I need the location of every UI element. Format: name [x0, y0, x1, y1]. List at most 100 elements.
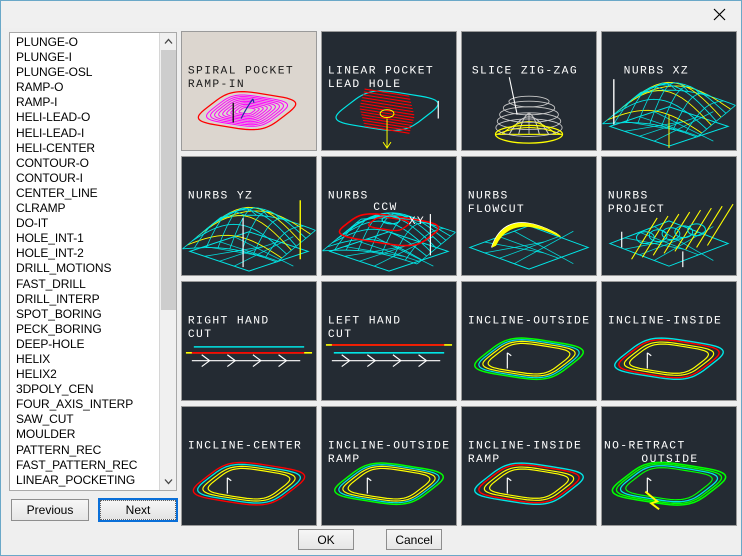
- thumbnail-linear-pocket-lead-hole[interactable]: LINEAR POCKET LEAD HOLE: [321, 31, 457, 151]
- list-item[interactable]: HELI-LEAD-I: [13, 126, 159, 141]
- thumbnail-art: NURBS FLOWCUT: [468, 190, 590, 270]
- list-item[interactable]: FOUR_AXIS_INTERP: [13, 397, 159, 412]
- thumbnail-nurbs-project[interactable]: NURBS PROJECT: [601, 156, 737, 276]
- thumbnail-nurbs-flowcut[interactable]: NURBS FLOWCUT: [461, 156, 597, 276]
- thumbnail-label: FLOWCUT: [468, 204, 525, 216]
- close-button[interactable]: [697, 1, 741, 27]
- pattern-list[interactable]: PLUNGE-O PLUNGE-I PLUNGE-OSL RAMP-O RAMP-I HE…: [9, 32, 177, 491]
- ok-button[interactable]: OK: [298, 529, 354, 550]
- thumbnail-art: INCLINE-CENTER: [188, 440, 306, 506]
- thumbnail-right-hand-cut[interactable]: RIGHT HAND CUT: [181, 281, 317, 401]
- thumbnail-label: RAMP: [328, 454, 361, 466]
- next-button[interactable]: Next: [98, 498, 178, 522]
- thumbnail-label: RAMP: [468, 454, 501, 466]
- thumbnail-incline-inside-ramp[interactable]: INCLINE-INSIDE RAMP: [461, 406, 597, 526]
- thumbnail-label: LEFT HAND: [328, 315, 401, 327]
- list-item[interactable]: HELI-LEAD-O: [13, 110, 159, 125]
- next-button-label: Next: [100, 500, 176, 520]
- thumbnail-label: INCLINE-OUTSIDE: [468, 315, 590, 327]
- scrollbar-thumb[interactable]: [161, 50, 176, 310]
- thumbnail-art: SLICE ZIG-ZAG: [472, 65, 577, 144]
- scroll-down-icon[interactable]: [160, 473, 176, 490]
- list-item[interactable]: HOLE_INT-2: [13, 246, 159, 261]
- thumbnail-label: NURBS: [328, 190, 369, 202]
- list-item[interactable]: LINEAR_POCKETING: [13, 473, 159, 488]
- pattern-thumbnail-grid: SPIRAL POCKET RAMP-IN LINEAR POCKET LEAD HO…: [181, 31, 737, 528]
- chevron-up-icon: [164, 38, 173, 44]
- thumbnail-spiral-pocket-ramp-in[interactable]: SPIRAL POCKET RAMP-IN: [181, 31, 317, 151]
- thumbnail-incline-inside[interactable]: INCLINE-INSIDE: [601, 281, 737, 401]
- scroll-up-icon[interactable]: [160, 33, 176, 50]
- list-item[interactable]: PLUNGE-O: [13, 35, 159, 50]
- list-item[interactable]: MOULDER: [13, 427, 159, 442]
- thumbnail-art: LINEAR POCKET LEAD HOLE: [328, 65, 439, 149]
- thumbnail-no-retract-outside[interactable]: NO-RETRACT OUTSIDE: [601, 406, 737, 526]
- list-item[interactable]: CLRAMP: [13, 201, 159, 216]
- list-item[interactable]: CENTER_LINE: [13, 186, 159, 201]
- thumbnail-label: NURBS YZ: [188, 190, 253, 202]
- thumbnail-label: RAMP-IN: [188, 79, 245, 91]
- pattern-list-items[interactable]: PLUNGE-O PLUNGE-I PLUNGE-OSL RAMP-O RAMP-I HE…: [10, 33, 159, 490]
- thumbnail-label: INCLINE-INSIDE: [608, 315, 722, 327]
- previous-button[interactable]: Previous: [11, 499, 89, 521]
- list-item[interactable]: SAW_CUT: [13, 412, 159, 427]
- list-item[interactable]: HELIX2: [13, 367, 159, 382]
- chevron-down-icon: [164, 479, 173, 485]
- thumbnail-left-hand-cut[interactable]: LEFT HAND CUT: [321, 281, 457, 401]
- thumbnail-nurbs-ccw-xy[interactable]: NURBS CCW XY: [321, 156, 457, 276]
- thumbnail-incline-outside[interactable]: INCLINE-OUTSIDE: [461, 281, 597, 401]
- thumbnail-nurbs-yz[interactable]: NURBS YZ: [181, 156, 317, 276]
- list-item[interactable]: CONTOUR-I: [13, 171, 159, 186]
- thumbnail-art: NO-RETRACT OUTSIDE: [604, 440, 727, 511]
- list-item[interactable]: PATTERN_REC: [13, 443, 159, 458]
- thumbnail-label: XY: [409, 216, 425, 228]
- list-item[interactable]: FAST_DRILL: [13, 277, 159, 292]
- list-item[interactable]: RAMP-I: [13, 95, 159, 110]
- thumbnail-slice-zig-zag[interactable]: SLICE ZIG-ZAG: [461, 31, 597, 151]
- thumbnail-incline-outside-ramp[interactable]: INCLINE-OUTSIDE RAMP: [321, 406, 457, 526]
- list-item[interactable]: DO-IT: [13, 216, 159, 231]
- thumbnail-art: NURBS PROJECT: [608, 190, 734, 268]
- thumbnail-art: LEFT HAND CUT: [325, 315, 453, 368]
- thumbnail-label: LEAD HOLE: [328, 79, 401, 91]
- pattern-browser-window: PLUNGE-O PLUNGE-I PLUNGE-OSL RAMP-O RAMP-I HE…: [0, 0, 742, 556]
- list-item[interactable]: PLUNGE-OSL: [13, 65, 159, 80]
- thumbnail-art: INCLINE-OUTSIDE: [468, 315, 590, 381]
- thumbnail-label: OUTSIDE: [641, 454, 698, 466]
- thumbnail-art: INCLINE-INSIDE RAMP: [468, 440, 584, 506]
- thumbnail-art: INCLINE-INSIDE: [608, 315, 724, 381]
- list-item[interactable]: HELI-CENTER: [13, 141, 159, 156]
- thumbnail-label: NURBS: [608, 190, 649, 202]
- thumbnail-label: PROJECT: [608, 204, 665, 216]
- thumbnail-nurbs-xz[interactable]: NURBS XZ: [601, 31, 737, 151]
- list-item[interactable]: PECK_BORING: [13, 322, 159, 337]
- list-item[interactable]: SPOT_BORING: [13, 307, 159, 322]
- list-item[interactable]: SPIRAL_POCKETING: [13, 488, 159, 490]
- thumbnail-label: SPIRAL POCKET: [188, 65, 294, 77]
- thumbnail-label: CUT: [328, 329, 353, 341]
- title-bar: [1, 1, 741, 28]
- thumbnail-label: CUT: [188, 329, 213, 341]
- list-item[interactable]: FAST_PATTERN_REC: [13, 458, 159, 473]
- cancel-button[interactable]: Cancel: [386, 529, 442, 550]
- thumbnail-incline-center[interactable]: INCLINE-CENTER: [181, 406, 317, 526]
- thumbnail-art: SPIRAL POCKET RAMP-IN: [188, 65, 297, 131]
- list-item[interactable]: DRILL_INTERP: [13, 292, 159, 307]
- thumbnail-label: INCLINE-CENTER: [188, 440, 302, 452]
- list-item[interactable]: HOLE_INT-1: [13, 231, 159, 246]
- close-icon: [713, 8, 725, 20]
- list-item[interactable]: DEEP-HOLE: [13, 337, 159, 352]
- thumbnail-art: NURBS CCW XY: [322, 190, 456, 272]
- thumbnail-label: RIGHT HAND: [188, 315, 270, 327]
- thumbnail-art: INCLINE-OUTSIDE RAMP: [328, 440, 449, 506]
- list-item[interactable]: 3DPOLY_CEN: [13, 382, 159, 397]
- list-item[interactable]: CONTOUR-O: [13, 156, 159, 171]
- list-item[interactable]: PLUNGE-I: [13, 50, 159, 65]
- list-item[interactable]: RAMP-O: [13, 80, 159, 95]
- list-item[interactable]: HELIX: [13, 352, 159, 367]
- list-item[interactable]: DRILL_MOTIONS: [13, 261, 159, 276]
- list-scrollbar[interactable]: [159, 33, 176, 490]
- thumbnail-label: CCW: [373, 202, 398, 214]
- thumbnail-label: INCLINE-INSIDE: [468, 440, 582, 452]
- thumbnail-art: NURBS YZ: [182, 190, 316, 272]
